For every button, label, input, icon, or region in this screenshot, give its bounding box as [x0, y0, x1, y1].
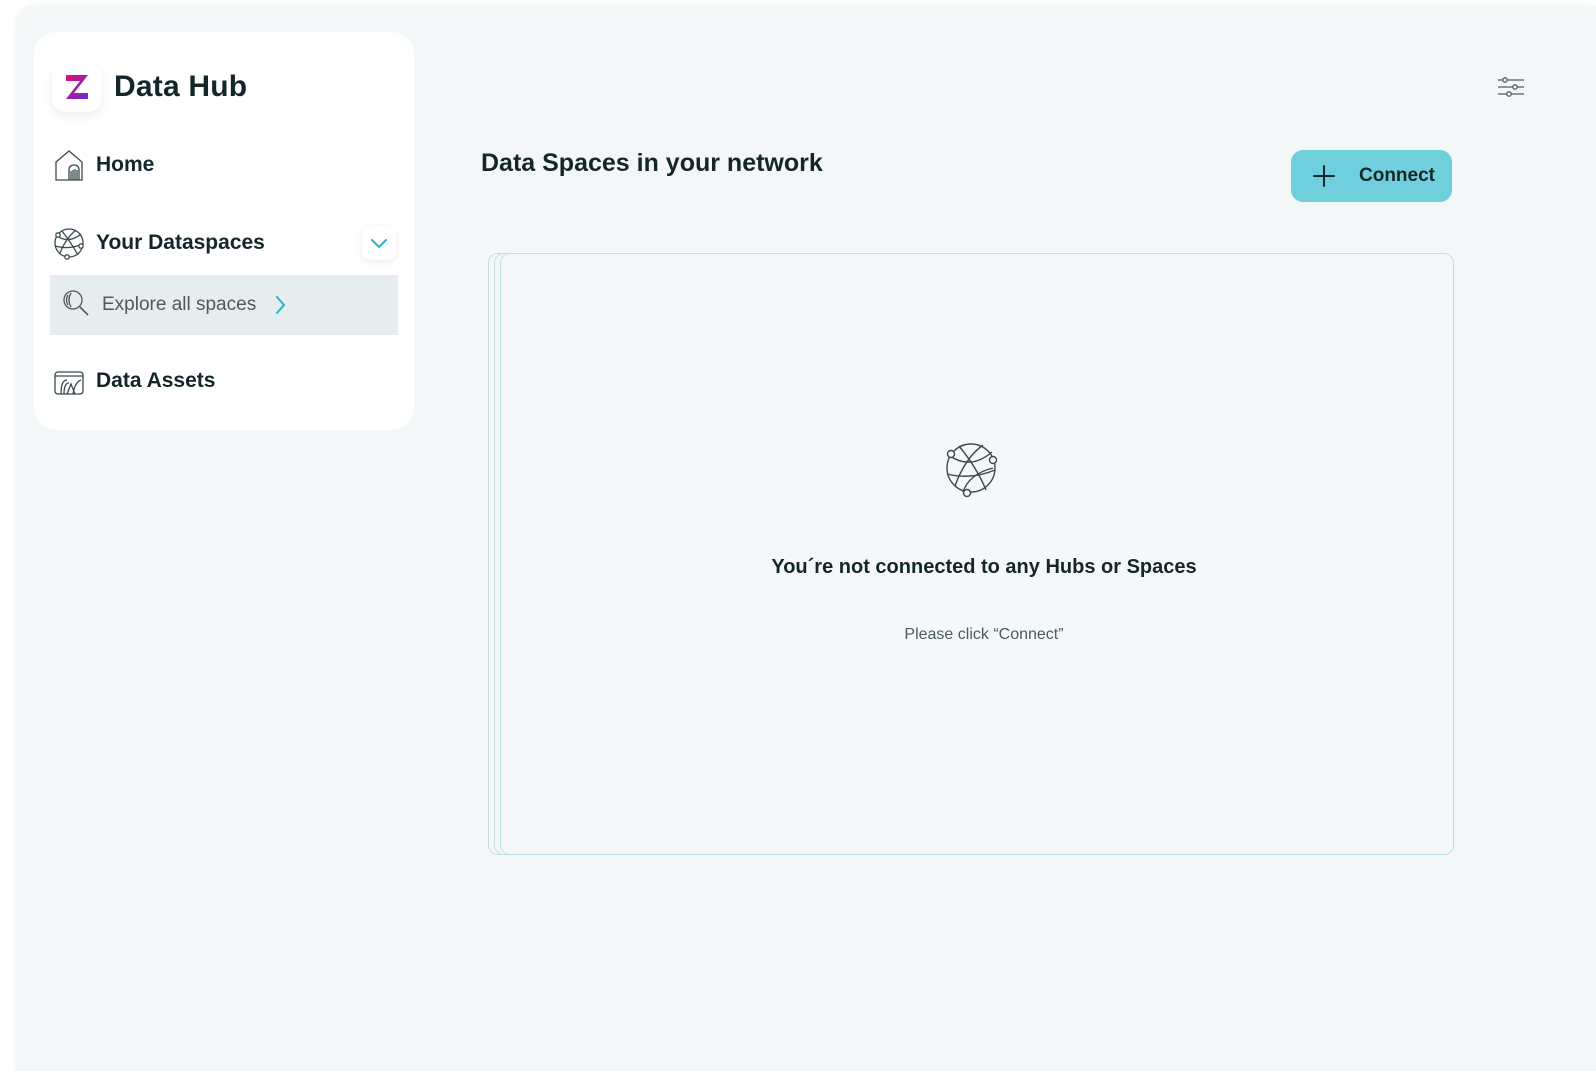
sidebar-item-explore-all-spaces[interactable]: Explore all spaces	[50, 275, 398, 335]
z-logo-icon	[66, 75, 88, 99]
chevron-down-icon[interactable]	[362, 226, 396, 260]
app-title: Data Hub	[114, 70, 248, 103]
plus-icon	[1311, 163, 1337, 189]
sidebar-subitem-label: Explore all spaces	[102, 294, 257, 315]
data-assets-icon	[52, 364, 86, 398]
globe-network-icon	[941, 438, 1001, 498]
home-icon	[52, 148, 86, 182]
sidebar-item-home[interactable]: Home	[52, 148, 154, 182]
empty-state-title: You´re not connected to any Hubs or Spac…	[771, 556, 1197, 578]
connect-button[interactable]: Connect	[1291, 150, 1452, 202]
app-logo	[52, 62, 102, 112]
chevron-right-icon	[274, 295, 286, 315]
sidebar-item-label: Home	[96, 153, 155, 176]
sidebar: Data Hub Home Your Dataspaces Explore al…	[34, 32, 414, 430]
search-icon	[62, 289, 90, 322]
sidebar-item-data-assets[interactable]: Data Assets	[52, 364, 215, 398]
sidebar-item-dataspaces[interactable]: Your Dataspaces	[52, 226, 396, 260]
empty-state-subtitle: Please click “Connect”	[904, 626, 1064, 643]
globe-network-icon	[52, 226, 86, 260]
sidebar-item-label: Data Assets	[96, 369, 216, 392]
connect-button-label: Connect	[1359, 165, 1435, 186]
page-title: Data Spaces in your network	[481, 149, 823, 177]
dataspaces-card-stack: You´re not connected to any Hubs or Spac…	[488, 253, 1454, 855]
brand: Data Hub	[52, 62, 247, 112]
sidebar-item-label: Your Dataspaces	[96, 231, 265, 254]
app-window: Data Hub Home Your Dataspaces Explore al…	[16, 6, 1596, 1071]
settings-sliders-icon[interactable]	[1496, 74, 1526, 102]
empty-state-card: You´re not connected to any Hubs or Spac…	[500, 253, 1454, 855]
